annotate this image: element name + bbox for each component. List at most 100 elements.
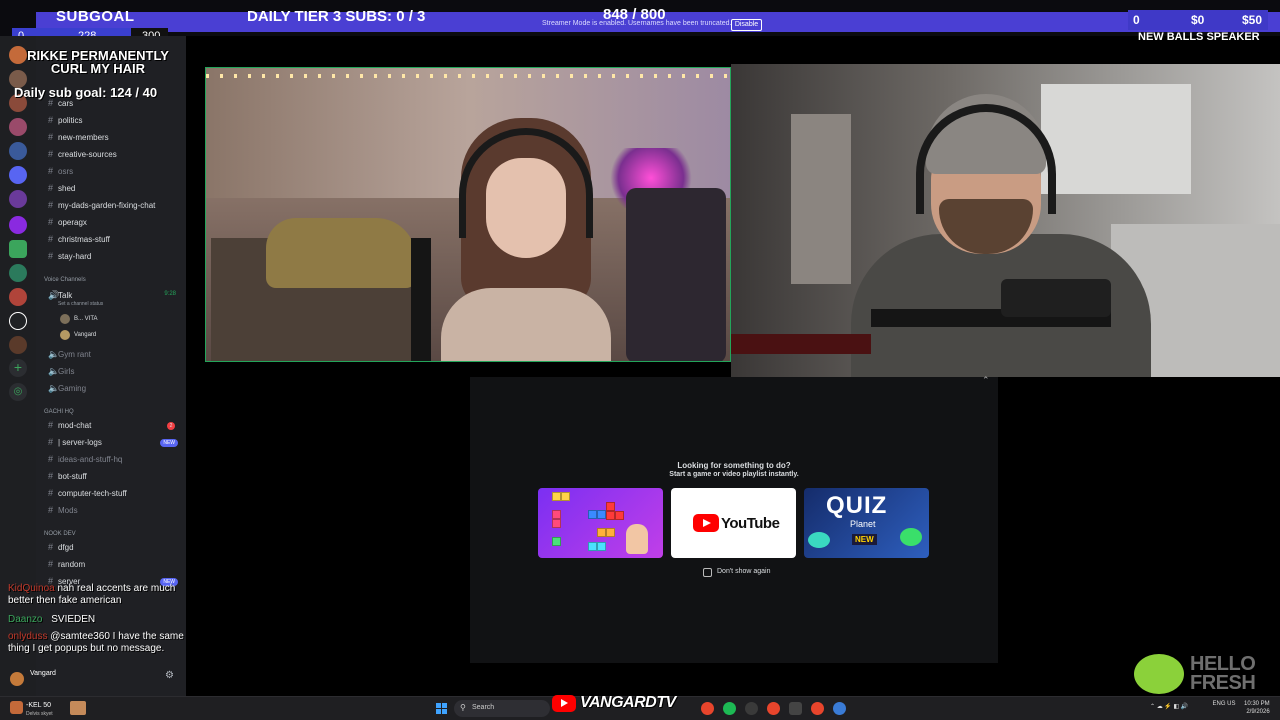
chat-username: Daanzo <box>8 614 43 625</box>
channel-name: creative-sources <box>58 150 117 159</box>
channel-item[interactable]: # mod-chat 2 <box>40 418 184 434</box>
voice-user[interactable]: B... VITA <box>74 316 98 322</box>
windows-start-icon[interactable] <box>436 703 447 714</box>
nook-dev-category[interactable]: NOOK DEV <box>44 531 76 537</box>
chat-message: onlyduss @samtee360 I have the same thin… <box>8 631 188 655</box>
server-icon[interactable] <box>9 142 27 160</box>
channel-banner-text: VANGARDTV <box>580 694 676 711</box>
blanket <box>266 218 416 288</box>
channel-name: ideas-and-stuff-hq <box>58 455 123 464</box>
channel-hash-icon: # <box>48 115 54 125</box>
channel-item[interactable]: # operagx <box>40 215 184 231</box>
daily-tier3-counter: DAILY TIER 3 SUBS: 0 / 3 <box>247 8 426 25</box>
dont-show-again-label[interactable]: Don't show again <box>717 568 770 575</box>
block-piece <box>561 492 570 501</box>
streamer-left <box>441 118 611 361</box>
voice-channel[interactable]: 🔈 Girls <box>40 364 184 380</box>
activity-tile-blocks[interactable] <box>538 488 663 558</box>
channel-name: christmas-stuff <box>58 235 110 244</box>
channel-item[interactable]: # random <box>40 557 184 573</box>
opera-gx-icon[interactable] <box>811 702 824 715</box>
channel-hash-icon: # <box>48 471 54 481</box>
edge-icon[interactable] <box>833 702 846 715</box>
channel-item[interactable]: # shed <box>40 181 184 197</box>
server-icon[interactable] <box>9 288 27 306</box>
channel-name: cars <box>58 99 74 108</box>
browser-icon[interactable] <box>767 702 780 715</box>
channel-item[interactable]: # Mods <box>40 503 184 519</box>
collapse-chevron-icon[interactable]: ⌃ <box>982 375 990 386</box>
stream-screen: SUBGOAL DAILY TIER 3 SUBS: 0 / 3 848 / 8… <box>0 0 1280 720</box>
server-icon[interactable] <box>9 190 27 208</box>
server-icon[interactable] <box>9 118 27 136</box>
server-icon[interactable] <box>9 336 27 354</box>
gachi-hq-category[interactable]: GACHI HQ <box>44 409 74 415</box>
clock-date: 2/9/2026 <box>1246 709 1270 715</box>
weather-icon[interactable] <box>10 701 23 714</box>
channel-item[interactable]: # my-dads-garden-fixing-chat <box>40 198 184 214</box>
terminal-icon[interactable] <box>789 702 802 715</box>
block-piece <box>606 528 615 537</box>
input-locale[interactable]: ENG US <box>1212 700 1236 708</box>
block-piece <box>615 511 624 520</box>
server-icon[interactable] <box>9 166 27 184</box>
system-tray[interactable]: ⌃ ☁ ⚡ ◧ 🔊 <box>1150 703 1188 710</box>
channel-item[interactable]: # computer-tech-stuff <box>40 486 184 502</box>
block-piece <box>552 537 561 546</box>
block-piece <box>552 510 561 519</box>
activity-tile-youtube[interactable]: YouTube <box>671 488 796 558</box>
chat-username: KidQuinoa <box>8 583 55 594</box>
new-label: NEW <box>852 534 877 545</box>
channel-item[interactable]: # stay-hard <box>40 249 184 265</box>
channel-item[interactable]: # politics <box>40 113 184 129</box>
server-icon[interactable] <box>9 264 27 282</box>
opera-icon[interactable] <box>701 702 714 715</box>
activity-tile-quiz-planet[interactable]: QUIZ Planet NEW <box>804 488 929 558</box>
discover-icon[interactable]: ◎ <box>9 383 27 401</box>
planet-label: Planet <box>850 519 876 529</box>
spotify-icon[interactable] <box>723 702 736 715</box>
server-icon[interactable] <box>9 312 27 330</box>
twitch-server-icon[interactable] <box>9 216 27 234</box>
channel-name: new-members <box>58 133 109 142</box>
donation-marker-current: $0 <box>1191 13 1205 27</box>
channel-name: dfgd <box>58 543 74 552</box>
youtube-logo-icon <box>552 695 576 712</box>
obs-icon[interactable] <box>745 702 758 715</box>
taskbar-clock[interactable]: 10:30 PM 2/9/2026 <box>1244 700 1270 716</box>
voice-channel[interactable]: 🔈 Gaming <box>40 381 184 397</box>
channel-item[interactable]: # osrs <box>40 164 184 180</box>
channel-item[interactable]: # | server-logs NEW <box>40 435 184 451</box>
voice-channels-category[interactable]: Voice Channels <box>44 277 86 283</box>
donation-marker-target: $50 <box>1242 13 1263 27</box>
disable-streamer-mode-button[interactable]: Disable <box>731 19 762 31</box>
avatar[interactable] <box>10 672 24 686</box>
activity-hint-subtitle: Start a game or video playlist instantly… <box>669 471 799 478</box>
grid-server-icon[interactable] <box>9 240 27 258</box>
fairy-lights <box>206 74 730 78</box>
channel-hash-icon: # <box>48 234 54 244</box>
channel-item[interactable]: # creative-sources <box>40 147 184 163</box>
settings-gear-icon[interactable]: ⚙ <box>165 670 174 681</box>
weather-temperature: -KEL 50 <box>26 702 52 709</box>
current-username[interactable]: Vangard <box>30 670 56 677</box>
channel-item[interactable]: # christmas-stuff <box>40 232 184 248</box>
hellofresh-lime-icon <box>1134 654 1184 694</box>
weather-description: Delvis skyet <box>26 711 53 717</box>
channel-hash-icon: # <box>48 183 54 193</box>
taskbar-search[interactable]: ⚲ Search <box>454 700 550 717</box>
block-piece <box>597 528 606 537</box>
gaming-chair <box>626 188 726 361</box>
weather-widget[interactable]: -KEL 50 Delvis skyet <box>26 702 53 718</box>
channel-item[interactable]: # dfgd <box>40 540 184 556</box>
voice-user[interactable]: Vangard <box>74 332 96 338</box>
voice-channel-status[interactable]: Set a channel status <box>58 301 103 307</box>
search-icon: ⚲ <box>460 703 466 712</box>
channel-item[interactable]: # ideas-and-stuff-hq <box>40 452 184 468</box>
channel-item[interactable]: # bot-stuff <box>40 469 184 485</box>
add-server-icon[interactable]: + <box>9 359 27 377</box>
channel-item[interactable]: # new-members <box>40 130 184 146</box>
dont-show-again-checkbox[interactable] <box>703 568 712 577</box>
widget-icon[interactable] <box>70 701 86 715</box>
voice-channel[interactable]: 🔈 Gym rant <box>40 347 184 363</box>
